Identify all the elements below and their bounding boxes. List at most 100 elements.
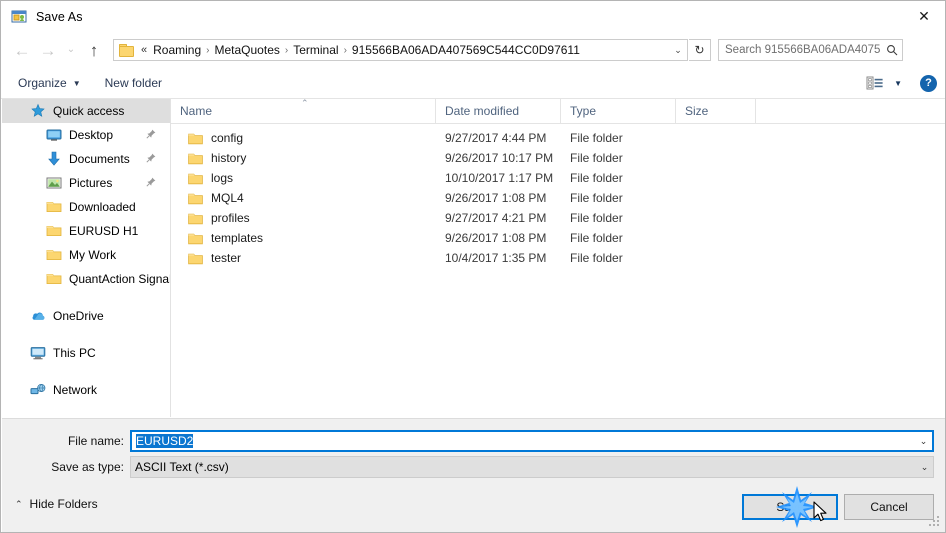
sidebar-item-label: Desktop [69, 128, 114, 142]
type-cell: File folder [570, 131, 623, 145]
folder-icon [188, 172, 203, 185]
onedrive-icon [30, 308, 46, 324]
date-modified-cell: 9/27/2017 4:44 PM [445, 131, 547, 145]
chevron-down-icon[interactable]: ⌄ [915, 436, 932, 447]
folder-icon [188, 232, 203, 245]
star-pin-icon [30, 103, 46, 119]
pin-icon[interactable] [146, 177, 156, 190]
help-button[interactable]: ? [920, 74, 937, 92]
sidebar-item-label: Network [53, 383, 98, 397]
sidebar-item-my-work[interactable]: My Work [2, 243, 170, 267]
new-folder-label: New folder [104, 76, 162, 90]
navigation-bar: ← → ⌄ ↑ « Roaming › MetaQuotes › Termina… [1, 32, 945, 68]
table-row[interactable]: history 9/26/2017 10:17 PM File folder [171, 148, 945, 168]
organize-button[interactable]: Organize ▼ [11, 73, 88, 93]
search-input[interactable] [719, 43, 882, 57]
file-name-cell: profiles [171, 211, 436, 225]
resize-grip[interactable] [929, 516, 941, 528]
sidebar-item-quick-access[interactable]: Quick access [2, 99, 170, 123]
column-header-size[interactable]: Size [676, 99, 756, 123]
navigation-pane: Quick access Desktop Documents Pictures Down… [2, 99, 171, 417]
sidebar-item-label: Quick access [53, 104, 125, 118]
title-bar: Save As ✕ [1, 1, 945, 32]
date-modified-cell: 9/26/2017 10:17 PM [445, 151, 554, 165]
sidebar-item-documents[interactable]: Documents [2, 147, 170, 171]
thispc-icon [30, 345, 46, 361]
file-name-text: templates [211, 231, 264, 245]
cancel-button[interactable]: Cancel [844, 494, 934, 520]
change-view-icon[interactable] [866, 75, 886, 91]
breadcrumb-overflow[interactable]: « [138, 44, 149, 56]
file-name-cell: config [171, 131, 436, 145]
date-modified-cell: 10/4/2017 1:35 PM [445, 251, 547, 265]
chevron-down-icon[interactable]: ⌄ [669, 40, 687, 60]
sidebar-item-label: EURUSD H1 [69, 224, 139, 238]
command-bar-right: ▼ ? [866, 74, 937, 92]
date-modified-cell: 9/27/2017 4:21 PM [445, 211, 547, 225]
close-icon[interactable]: ✕ [901, 1, 945, 31]
table-row[interactable]: config 9/27/2017 4:44 PM File folder [171, 128, 945, 148]
file-name-input[interactable]: EURUSD2 ⌄ [130, 430, 934, 452]
save-as-type-select[interactable]: ASCII Text (*.csv) ⌄ [130, 456, 934, 478]
save-as-icon [11, 9, 27, 25]
save-as-dialog: Save As ✕ ← → ⌄ ↑ « Roaming › MetaQuotes… [0, 0, 946, 533]
save-as-type-value: ASCII Text (*.csv) [135, 460, 229, 474]
breadcrumb-item-1[interactable]: MetaQuotes [211, 42, 284, 58]
sidebar-item-desktop[interactable]: Desktop [2, 123, 170, 147]
sidebar-item-pictures[interactable]: Pictures [2, 171, 170, 195]
file-list: config 9/27/2017 4:44 PM File folder histor… [171, 124, 945, 268]
sidebar-item-onedrive[interactable]: OneDrive [2, 304, 170, 328]
chevron-down-icon[interactable]: ⌄ [916, 462, 933, 473]
folder-icon [188, 252, 203, 265]
save-button[interactable]: Save [742, 494, 838, 520]
breadcrumb-item-2[interactable]: Terminal [289, 42, 342, 58]
column-header-date-modified[interactable]: Date modified [436, 99, 561, 123]
file-name-text: config [211, 131, 244, 145]
type-cell: File folder [570, 231, 623, 245]
file-name-text: profiles [211, 211, 250, 225]
file-name-value: EURUSD2 [136, 434, 194, 448]
up-button[interactable]: ↑ [81, 37, 107, 63]
search-box[interactable] [718, 39, 903, 61]
pin-icon[interactable] [146, 153, 156, 166]
breadcrumb-item-0[interactable]: Roaming [149, 42, 205, 58]
refresh-button[interactable]: ↻ [689, 39, 711, 61]
type-cell: File folder [570, 251, 623, 265]
breadcrumb-item-3[interactable]: 915566BA06ADA407569C544CC0D97611 [348, 42, 584, 58]
table-row[interactable]: logs 10/10/2017 1:17 PM File folder [171, 168, 945, 188]
sidebar-item-downloaded[interactable]: Downloaded [2, 195, 170, 219]
search-icon [882, 44, 902, 56]
type-cell: File folder [570, 211, 623, 225]
pictures-icon [46, 175, 62, 191]
file-name-label: File name: [67, 434, 124, 448]
table-row[interactable]: MQL4 9/26/2017 1:08 PM File folder [171, 188, 945, 208]
view-chevron-down-icon[interactable]: ▼ [894, 79, 902, 88]
forward-button[interactable]: → [35, 37, 61, 63]
pin-icon[interactable] [146, 129, 156, 142]
sidebar-item-eurusd-h1[interactable]: EURUSD H1 [2, 219, 170, 243]
table-row[interactable]: profiles 9/27/2017 4:21 PM File folder [171, 208, 945, 228]
type-cell: File folder [570, 191, 623, 205]
sidebar-item-this-pc[interactable]: This PC [2, 341, 170, 365]
table-row[interactable]: templates 9/26/2017 1:08 PM File folder [171, 228, 945, 248]
hide-folders-button[interactable]: ⌃ Hide Folders [15, 497, 98, 511]
recent-locations-button[interactable]: ⌄ [61, 37, 81, 63]
chevron-up-icon: ⌃ [15, 498, 23, 509]
column-headers: Name Date modified Type Size ⌃ [171, 99, 945, 124]
window-title: Save As [36, 9, 83, 24]
folder-icon [188, 132, 203, 145]
file-name-cell: logs [171, 171, 436, 185]
date-modified-cell: 9/26/2017 1:08 PM [445, 231, 547, 245]
sidebar-item-network[interactable]: Network [2, 378, 170, 402]
file-name-text: logs [211, 171, 234, 185]
file-name-cell: MQL4 [171, 191, 436, 205]
sidebar-item-quantaction-signal[interactable]: QuantAction Signal [2, 267, 170, 291]
new-folder-button[interactable]: New folder [98, 73, 169, 93]
column-header-type[interactable]: Type [561, 99, 676, 123]
back-button[interactable]: ← [9, 37, 35, 63]
folder-icon [46, 223, 62, 239]
address-bar[interactable]: « Roaming › MetaQuotes › Terminal › 9155… [113, 39, 688, 61]
table-row[interactable]: tester 10/4/2017 1:35 PM File folder [171, 248, 945, 268]
folder-icon [188, 192, 203, 205]
file-name-row: File name: EURUSD2 ⌄ [2, 430, 934, 452]
